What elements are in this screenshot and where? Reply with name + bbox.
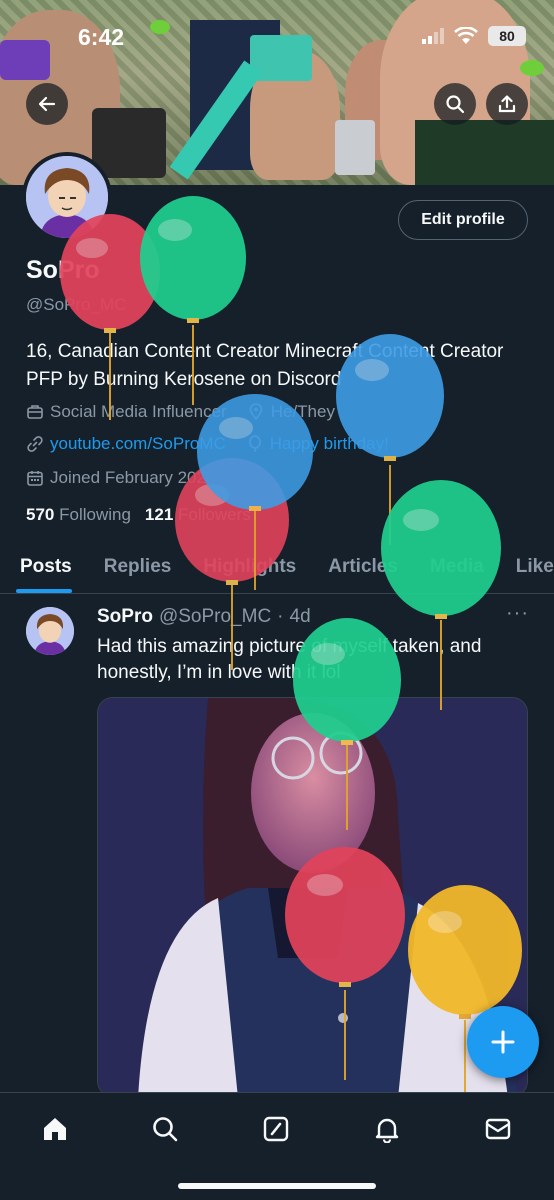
banner-bucket	[335, 120, 375, 175]
wifi-icon	[454, 27, 478, 44]
post-separator: ·	[277, 606, 284, 627]
banner-shirt	[415, 120, 554, 185]
post-header: SoPro @SoPro_MC · 4d	[97, 606, 311, 628]
following-count: 570	[26, 505, 55, 524]
status-icons: 80	[422, 26, 526, 46]
portrait-image	[98, 698, 527, 1096]
nav-notifications[interactable]	[367, 1109, 407, 1149]
post-timestamp: 4d	[289, 606, 311, 627]
profile-meta-row-3: Joined February 2020	[26, 468, 215, 488]
nav-grok[interactable]	[256, 1109, 296, 1149]
post-photo[interactable]	[97, 697, 528, 1097]
post-author-avatar[interactable]	[26, 607, 74, 655]
link-icon	[27, 436, 43, 452]
tab-articles[interactable]: Articles	[312, 540, 414, 593]
battery-indicator: 80	[488, 26, 526, 46]
profile-tabs: Posts Replies Highlights Articles Media …	[0, 540, 554, 594]
profile-joined-date: Joined February 2020	[50, 468, 216, 487]
avatar-illustration	[26, 607, 74, 655]
tab-posts[interactable]: Posts	[0, 540, 88, 593]
avatar-illustration	[26, 156, 108, 238]
followers-count: 121	[144, 505, 174, 524]
follow-stats: 570 Following 121 Followers	[26, 505, 251, 525]
tab-media[interactable]: Media	[414, 540, 500, 593]
back-button[interactable]	[26, 83, 68, 125]
profile-meta-row-1: Social Media Influencer He/They	[26, 402, 335, 422]
share-button[interactable]	[486, 83, 528, 125]
grok-icon	[263, 1116, 289, 1142]
profile-handle: @SoPro_MC	[26, 295, 127, 314]
cellular-signal-icon	[422, 28, 444, 44]
followers-label: Followers	[178, 505, 251, 524]
search-icon	[446, 95, 465, 114]
profile-pronouns: He/They	[270, 402, 335, 421]
calendar-icon	[27, 471, 43, 486]
edit-profile-button[interactable]: Edit profile	[398, 200, 528, 240]
post-author-name[interactable]: SoPro	[97, 606, 153, 628]
tab-replies[interactable]: Replies	[88, 540, 188, 593]
compose-post-button[interactable]	[467, 1006, 539, 1078]
balloon-icon	[248, 435, 261, 452]
post-more-button[interactable]: ···	[506, 602, 529, 625]
profile-avatar[interactable]	[22, 152, 112, 242]
home-icon	[44, 1118, 66, 1140]
banner-block	[92, 108, 166, 178]
followers-link[interactable]: 121 Followers	[145, 505, 251, 525]
plus-icon	[491, 1030, 515, 1054]
search-profile-button[interactable]	[434, 83, 476, 125]
profile-name: SoPro	[26, 256, 100, 284]
share-icon	[498, 95, 516, 113]
status-bar: 6:42 80	[0, 0, 554, 70]
profile-website-link[interactable]: youtube.com/SoProMC	[50, 434, 226, 454]
briefcase-icon	[27, 405, 43, 419]
tab-highlights[interactable]: Highlights	[187, 540, 312, 593]
nav-home[interactable]	[35, 1109, 75, 1149]
post-text: Had this amazing picture of myself taken…	[97, 636, 482, 683]
profile-meta-row-2: youtube.com/SoProMC Happy birthday!	[26, 434, 389, 454]
following-label: Following	[59, 505, 131, 524]
location-pin-icon	[249, 403, 263, 421]
bell-icon	[375, 1118, 399, 1143]
tab-likes[interactable]: Likes	[500, 540, 554, 593]
nav-explore[interactable]	[145, 1109, 185, 1149]
status-time: 6:42	[78, 24, 125, 50]
profile-bio: 16, Canadian Content Creator Minecraft C…	[26, 341, 504, 390]
profile-category: Social Media Influencer	[50, 402, 227, 421]
mail-icon	[485, 1118, 511, 1140]
profile-birthday: Happy birthday!	[269, 434, 389, 453]
nav-messages[interactable]	[478, 1109, 518, 1149]
post-author-handle: @SoPro_MC	[158, 606, 272, 627]
search-icon	[153, 1117, 178, 1142]
following-link[interactable]: 570 Following	[26, 505, 131, 525]
home-indicator[interactable]	[178, 1183, 376, 1189]
back-arrow-icon	[38, 96, 56, 112]
